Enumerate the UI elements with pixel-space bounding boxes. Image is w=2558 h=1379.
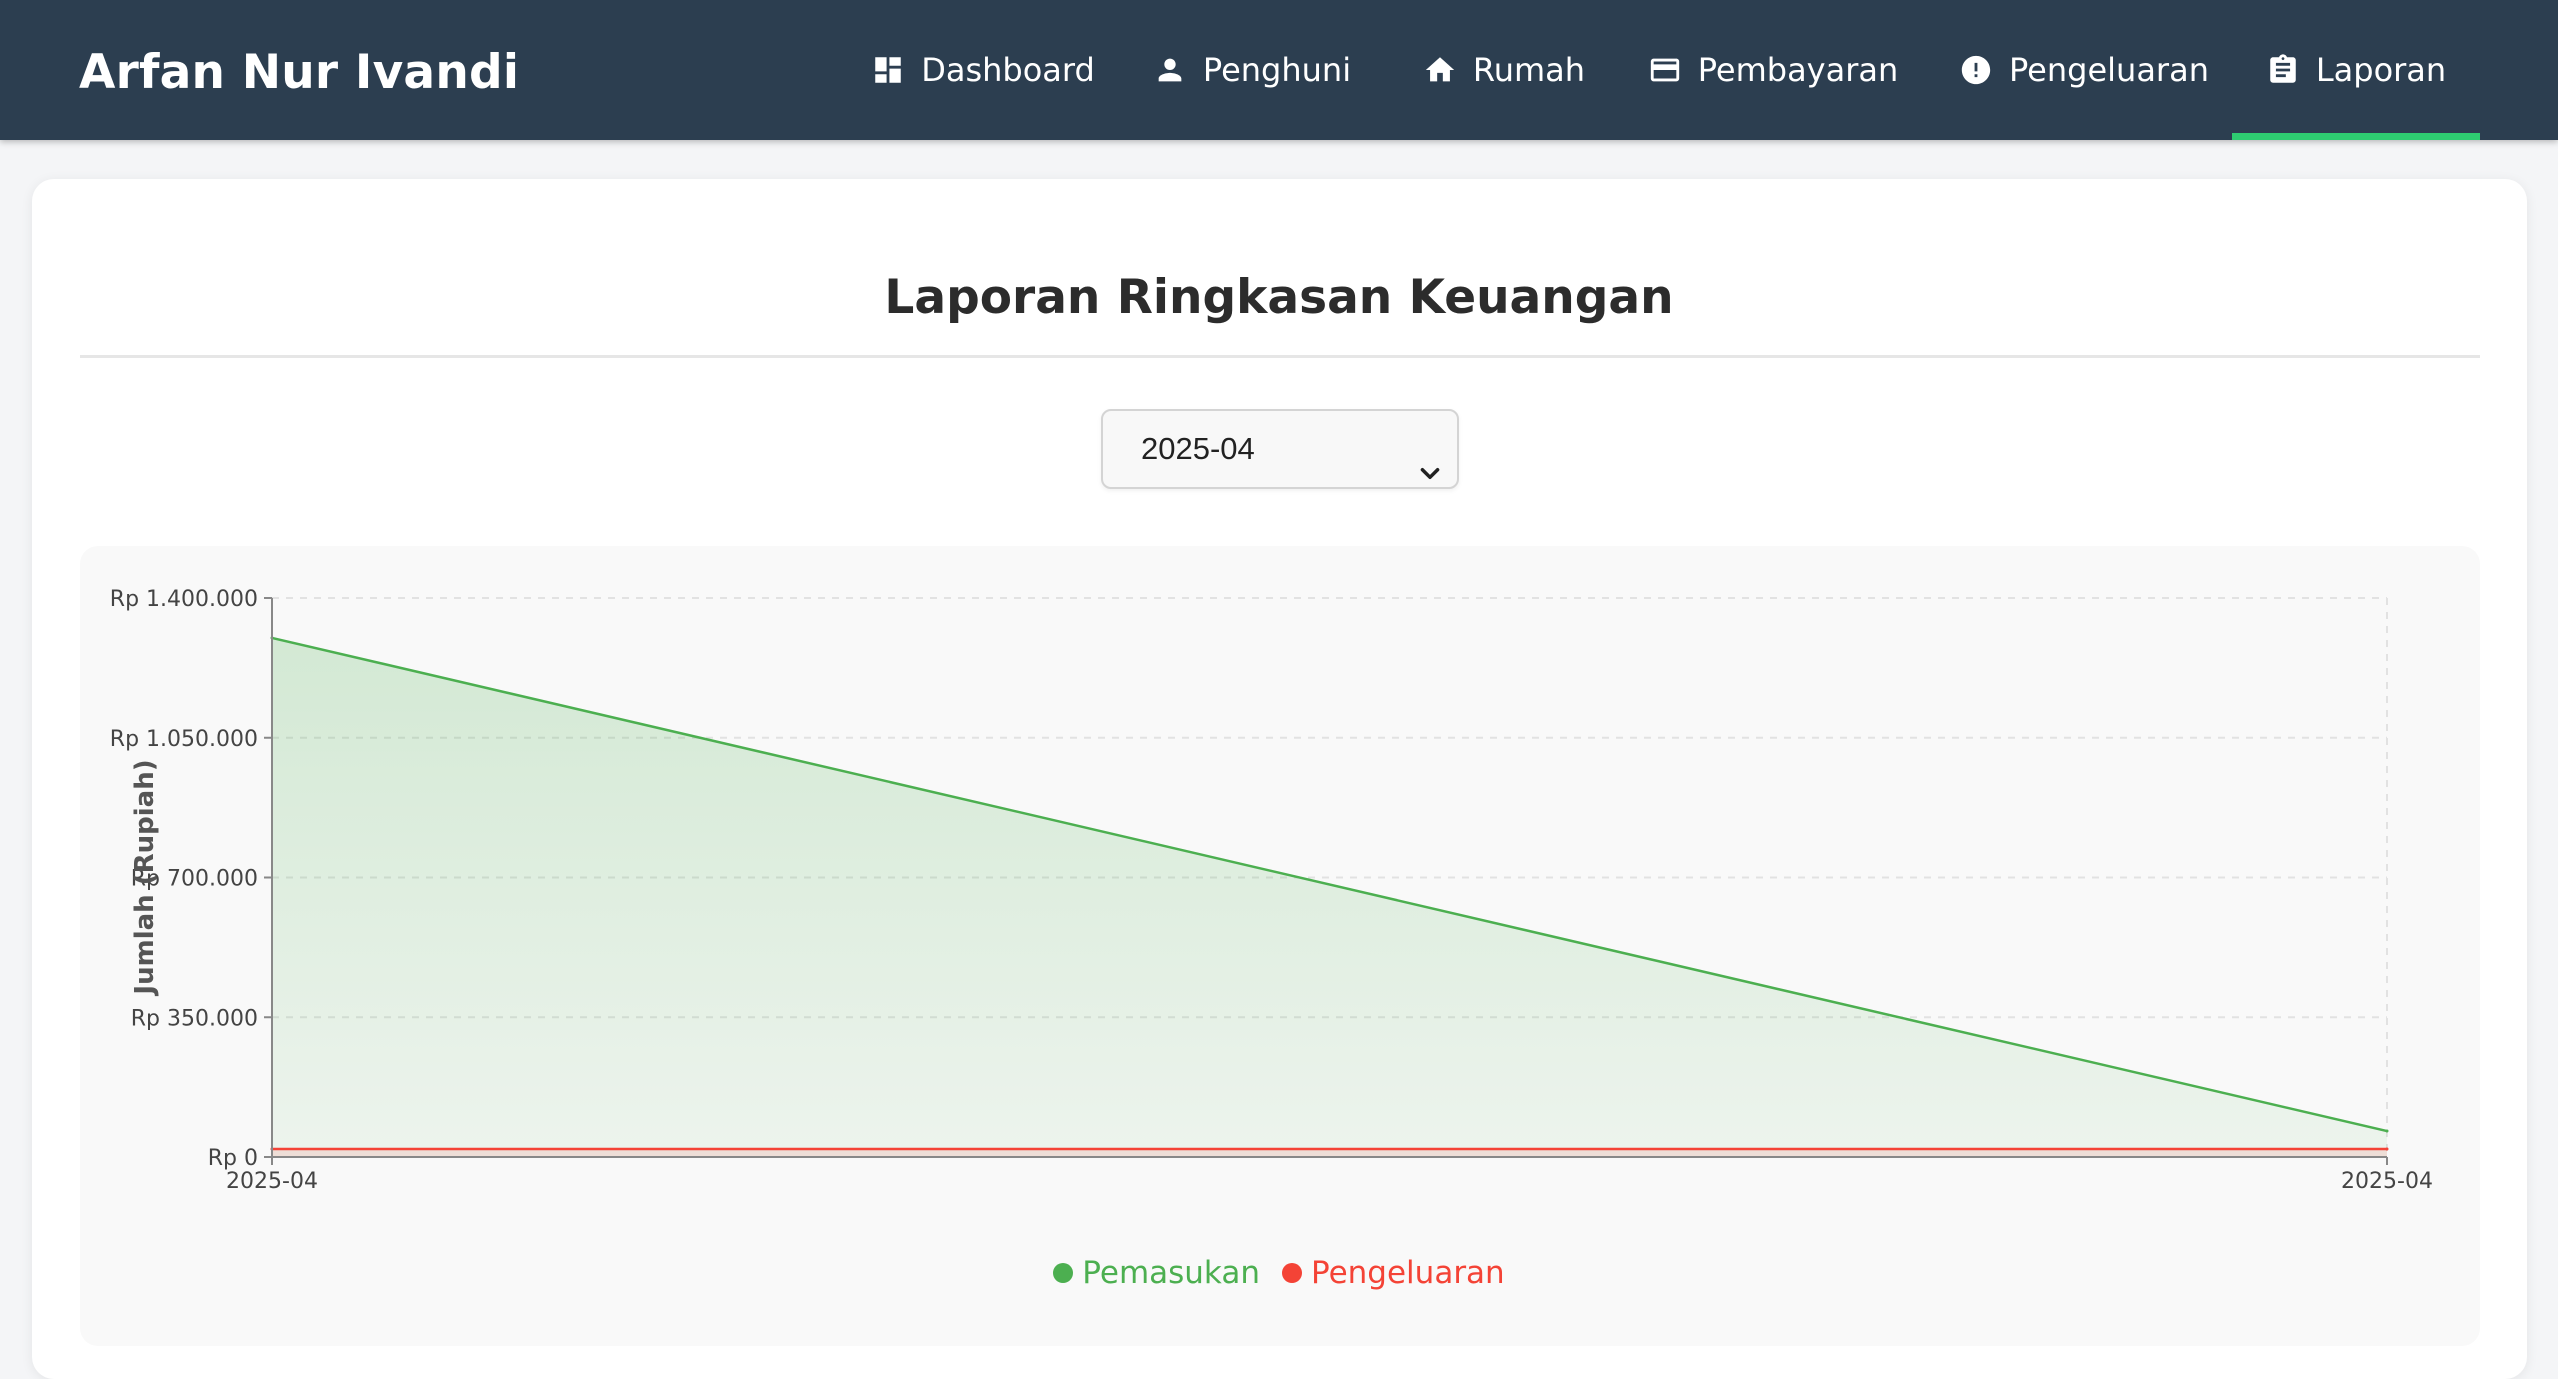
- legend-swatch-pemasukan: [1053, 1263, 1074, 1283]
- legend-label-pengeluaran: Pengeluaran: [1311, 1255, 1505, 1291]
- legend-item-pemasukan[interactable]: Pemasukan: [1053, 1255, 1260, 1291]
- y-tick-label-3: Rp 1.050.000: [110, 727, 258, 752]
- legend-label-pemasukan: Pemasukan: [1082, 1255, 1260, 1291]
- y-tick-label-0: Rp 0: [208, 1146, 258, 1171]
- series-area-pemasukan: [272, 637, 2387, 1157]
- y-tick-label-4: Rp 1.400.000: [110, 587, 258, 612]
- finance-chart: Rp 0Rp 350.000Rp 700.000Rp 1.050.000Rp 1…: [110, 587, 2433, 1194]
- point-pemasukan-1: [2385, 1129, 2389, 1133]
- chart-legend: Pemasukan Pengeluaran: [0, 1255, 2558, 1291]
- x-tick-label-0: 2025-04: [226, 1169, 318, 1194]
- y-tick-label-1: Rp 350.000: [131, 1006, 258, 1031]
- x-tick-label-1: 2025-04: [2341, 1169, 2433, 1194]
- point-pengeluaran-1: [2385, 1147, 2389, 1151]
- legend-swatch-pengeluaran: [1282, 1263, 1302, 1283]
- y-axis-title: Jumlah (Rupiah): [130, 759, 160, 996]
- legend-item-pengeluaran[interactable]: Pengeluaran: [1282, 1255, 1505, 1291]
